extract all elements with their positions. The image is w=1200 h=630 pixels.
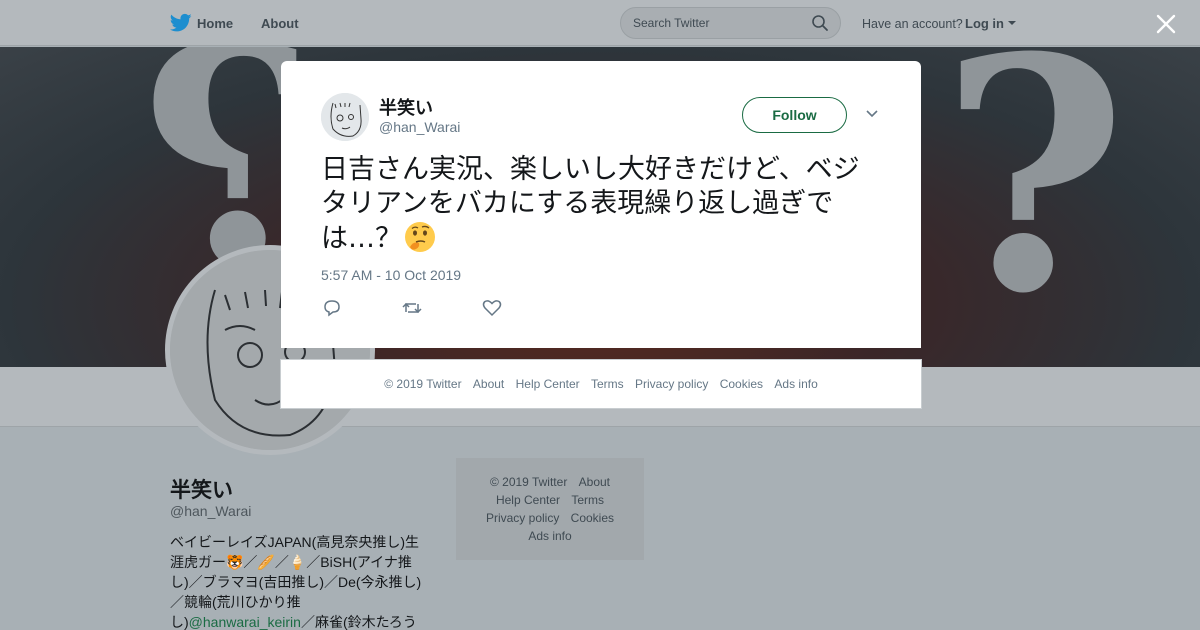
tweet-text: 日吉さん実況、楽しいし大好きだけど、ベジタリアンをバカにする表現繰り返し過ぎでは… [321, 153, 886, 256]
login-link[interactable]: Log in [965, 16, 1004, 31]
twitter-bird-icon[interactable] [170, 13, 192, 33]
tweet-text-body: 日吉さん実況、楽しいし大好きだけど、ベジタリアンをバカにする表現繰り返し過ぎでは… [321, 154, 860, 254]
nav-home-link[interactable]: Home [197, 16, 233, 31]
side-footer-ads[interactable]: Ads info [528, 529, 571, 543]
side-footer-terms[interactable]: Terms [571, 493, 604, 507]
search-box [620, 7, 841, 39]
banner-question-mark-right: ? [940, 47, 1128, 364]
chevron-down-icon[interactable] [865, 109, 879, 119]
footer-cookies-link[interactable]: Cookies [720, 377, 763, 391]
footer-help-link[interactable]: Help Center [516, 377, 580, 391]
footer-terms-link[interactable]: Terms [591, 377, 624, 391]
side-footer-privacy[interactable]: Privacy policy [486, 511, 559, 525]
bio-tail: ／麻雀(鈴木たろう [300, 614, 417, 630]
search-input[interactable] [633, 16, 803, 30]
side-footer-help[interactable]: Help Center [496, 493, 560, 507]
profile-handle[interactable]: @han_Warai [170, 503, 251, 519]
profile-name: 半笑い [170, 479, 233, 502]
caret-down-icon[interactable] [1008, 21, 1016, 25]
card-footer: © 2019 Twitter About Help Center Terms P… [280, 359, 922, 409]
side-footer: © 2019 Twitter About Help Center Terms P… [456, 458, 644, 560]
tweet-author-name[interactable]: 半笑い [379, 94, 433, 120]
heart-icon[interactable] [481, 298, 503, 318]
close-icon[interactable] [1155, 13, 1177, 35]
side-footer-copyright: © 2019 Twitter [489, 475, 568, 489]
side-footer-cookies[interactable]: Cookies [571, 511, 614, 525]
tweet-author-handle[interactable]: @han_Warai [379, 119, 460, 135]
tweet-avatar-drawing [321, 93, 369, 141]
reply-icon[interactable] [321, 298, 343, 318]
follow-button[interactable]: Follow [742, 97, 847, 133]
profile-bio: ベイビーレイズJAPAN(高見奈央推し)生涯虎ガー🐯／🥖／🍦／BiSH(アイナ推… [170, 532, 430, 630]
retweet-icon[interactable] [401, 298, 423, 318]
footer-ads-link[interactable]: Ads info [774, 377, 817, 391]
side-footer-about[interactable]: About [579, 475, 610, 489]
have-account-text: Have an account? [862, 17, 963, 31]
footer-about-link[interactable]: About [473, 377, 504, 391]
thinking-face-icon [405, 222, 435, 252]
search-icon[interactable] [811, 14, 829, 32]
footer-privacy-link[interactable]: Privacy policy [635, 377, 708, 391]
top-nav: Home About Have an account? Log in [0, 0, 1200, 46]
nav-about-link[interactable]: About [261, 16, 299, 31]
bio-mention-link[interactable]: @hanwarai_keirin [189, 614, 301, 630]
footer-copyright: © 2019 Twitter [384, 377, 462, 391]
tweet-card: 半笑い @han_Warai Follow 日吉さん実況、楽しいし大好きだけど、… [281, 61, 921, 348]
tweet-avatar[interactable] [321, 93, 369, 141]
tweet-timestamp[interactable]: 5:57 AM - 10 Oct 2019 [321, 267, 461, 283]
